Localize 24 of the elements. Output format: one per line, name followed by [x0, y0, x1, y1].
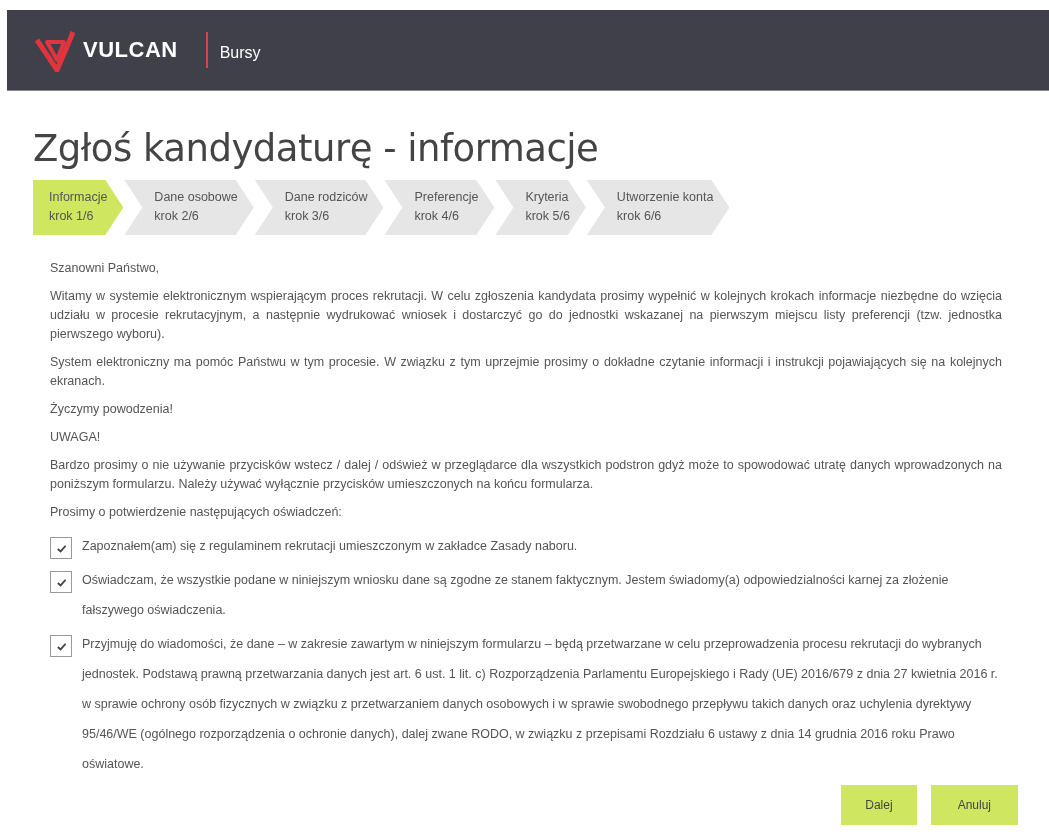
step-tab[interactable]: Utworzenie konta krok 6/6 — [586, 180, 730, 235]
paragraph: Szanowni Państwo, — [50, 260, 161, 277]
checkbox[interactable] — [50, 537, 72, 559]
step-tab[interactable]: Dane osobowe krok 2/6 — [124, 180, 254, 235]
paragraph: Witamy w systemie elektronicznym wspierającym proces rekrutacji. W celu zgłoszenia kandydata prosimy wypełnić w kolejnych krokach informacje niezbędne do wzięcia udziału w procesie rekrutacyjnym, a następnie wydrukować wniosek i dostarczyć go do jednostki wskazanej na pierwszym miejscu listy preferencji (tzw. jednostka pierwszego wyboru). — [50, 288, 1002, 343]
paragraph: Bardzo prosimy o nie używanie przycisków wstecz / dalej / odśwież w przeglądarce dla wszystkich podstron gdyż może to spowodować utratę danych wprowadzonych na poniższym formularzu. Należy używać wyłącznie przycisków umieszczonych na końcu formularza. — [50, 457, 1002, 493]
brand-name: VULCAN — [83, 37, 178, 63]
step-tab[interactable]: Preferencje krok 4/6 — [384, 180, 495, 235]
statement-text: Oświadczam, że wszystkie podane w niniejszym wniosku dane są zgodne ze stanem faktycznym. Jestem świadomy(a) odpowiedzialności karnej za złożenie fałszywego oświadczenia. — [82, 572, 950, 619]
paragraph: Prosimy o potwierdzenie następujących oświadczeń: — [50, 504, 343, 521]
paragraph: System elektroniczny ma pomóc Państwu w tym procesie. W związku z tym uprzejmie prosimy o dokładne czytanie informacji i instrukcji pojawiających się na kolejnych ekranach. — [50, 354, 1002, 390]
statement-text: Zapoznałem(am) się z regulaminem rekrutacji umieszczonym w zakładce Zasady naboru. — [82, 538, 579, 555]
page-title: Zgłoś kandydaturę - informacje — [33, 127, 600, 170]
step-tab[interactable]: Informacje krok 1/6 — [33, 180, 124, 235]
action-button[interactable]: Dalej — [841, 785, 917, 825]
action-button[interactable]: Anuluj — [930, 785, 1018, 825]
step-tab[interactable]: Dane rodziców krok 3/6 — [254, 180, 384, 235]
checkbox[interactable] — [50, 635, 72, 657]
app-name: Bursy — [219, 44, 261, 62]
paragraph: UWAGA! — [50, 429, 102, 446]
checkbox[interactable] — [50, 571, 72, 593]
statement-text: Przyjmuję do wiadomości, że dane – w zakresie zawartym w niniejszym formularzu – będą przetwarzane w celu przeprowadzenia procesu rekrutacji do wybranych jednostek. Podstawą prawną przetwarzania danych jest art. 6 ust. 1 lit. c) Rozporządzenia Parlamentu Europejskiego i Rady (UE) 2016/679 z dnia 27 kwietnia 2016 r. w sprawie ochrony osób fizycznych w związku z przetwarzaniem danych osobowych i w sprawie swobodnego przepływu takich danych oraz uchylenia dyrektywy 95/46/WE (ogólnego rozporządzenia o ochronie danych), dalej zwane RODO, w związku z przepisami Rozdziału 6 ustawy z dnia 14 grudnia 2016 roku Prawo oświatowe. — [82, 636, 999, 773]
step-tab[interactable]: Kryteria krok 5/6 — [495, 180, 586, 235]
paragraph: Życzymy powodzenia! — [50, 401, 174, 418]
